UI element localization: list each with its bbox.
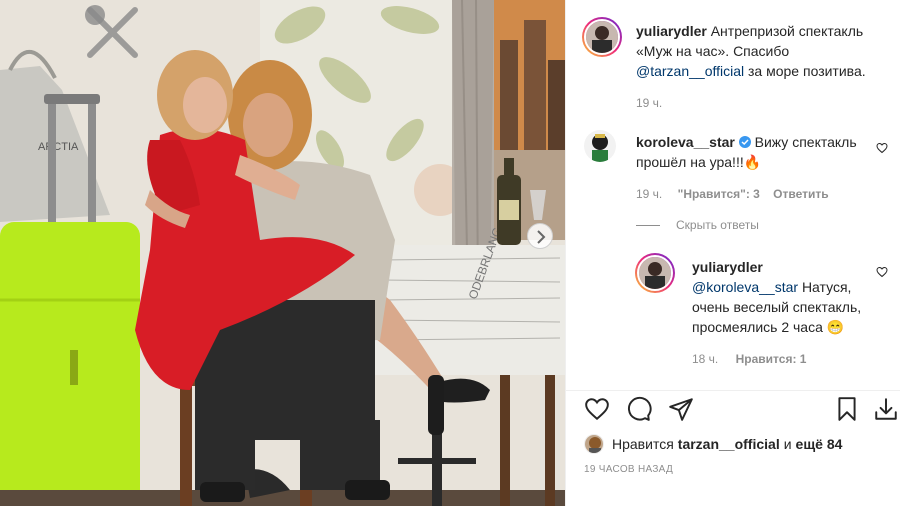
post-photo[interactable]: ARCTIA ODEBRLANG bbox=[0, 0, 565, 506]
reply-like-heart-icon[interactable] bbox=[876, 266, 888, 278]
likes-others[interactable]: ещё 84 bbox=[796, 436, 843, 452]
comment-likes-count[interactable]: "Нравится": 3 bbox=[678, 187, 760, 201]
reply-likes-count[interactable]: Нравится: 1 bbox=[736, 352, 807, 366]
commenter-avatar[interactable] bbox=[584, 130, 616, 162]
author-avatar[interactable] bbox=[582, 17, 622, 57]
likes-summary: Нравится tarzan__official и ещё 84 bbox=[584, 434, 842, 454]
hide-replies-button[interactable]: Скрыть ответы bbox=[636, 218, 759, 232]
reply-item: yuliarydler @koroleva__star Натуся, очен… bbox=[692, 257, 867, 369]
caption-time: 19 ч. bbox=[636, 96, 663, 110]
comment-like-heart-icon[interactable] bbox=[876, 142, 888, 154]
reply-mention[interactable]: @koroleva__star bbox=[692, 279, 798, 295]
reply-author-avatar[interactable] bbox=[635, 253, 675, 293]
bookmark-icon[interactable] bbox=[834, 396, 860, 422]
caption-mention[interactable]: @tarzan__official bbox=[636, 63, 744, 79]
caption-author-username[interactable]: yuliarydler bbox=[636, 23, 707, 39]
reply-author-avatar-image bbox=[639, 257, 671, 289]
post-date[interactable]: 19 ЧАСОВ НАЗАД bbox=[584, 464, 673, 475]
chevron-right-icon bbox=[537, 230, 546, 244]
likes-prefix: Нравится bbox=[612, 436, 674, 452]
hide-replies-label: Скрыть ответы bbox=[676, 218, 759, 232]
post-details-panel: yuliarydler Антрепризой спектакль «Муж н… bbox=[565, 0, 900, 506]
comment-time: 19 ч. bbox=[636, 187, 663, 201]
heart-icon[interactable] bbox=[584, 396, 610, 422]
comment-icon[interactable] bbox=[626, 396, 652, 422]
verified-badge-icon bbox=[738, 136, 751, 148]
liker-avatar-image bbox=[585, 435, 603, 453]
actions-divider bbox=[566, 390, 900, 391]
bag-brand-text: ARCTIA bbox=[38, 141, 79, 153]
caption-text-2: за море позитива. bbox=[748, 63, 866, 79]
post-caption: yuliarydler Антрепризой спектакль «Муж н… bbox=[636, 21, 881, 113]
likes-user[interactable]: tarzan__official bbox=[678, 436, 780, 452]
commenter-avatar-image bbox=[584, 130, 616, 162]
download-icon[interactable] bbox=[873, 396, 899, 422]
stage-scene-image: ARCTIA ODEBRLANG bbox=[0, 0, 565, 506]
author-avatar-image bbox=[586, 21, 618, 53]
share-icon[interactable] bbox=[668, 396, 694, 422]
comment-item: koroleva__star Вижу спектакль прошёл на … bbox=[636, 132, 871, 204]
hide-replies-line bbox=[636, 224, 660, 226]
liker-avatar[interactable] bbox=[584, 434, 604, 454]
reply-username[interactable]: yuliarydler bbox=[692, 259, 763, 275]
comment-reply-button[interactable]: Ответить bbox=[773, 187, 828, 201]
likes-middle: и bbox=[783, 436, 792, 452]
comment-username[interactable]: koroleva__star bbox=[636, 134, 735, 150]
post-action-bar bbox=[580, 396, 897, 426]
carousel-next-button[interactable] bbox=[527, 223, 553, 249]
reply-time: 18 ч. bbox=[692, 352, 719, 366]
